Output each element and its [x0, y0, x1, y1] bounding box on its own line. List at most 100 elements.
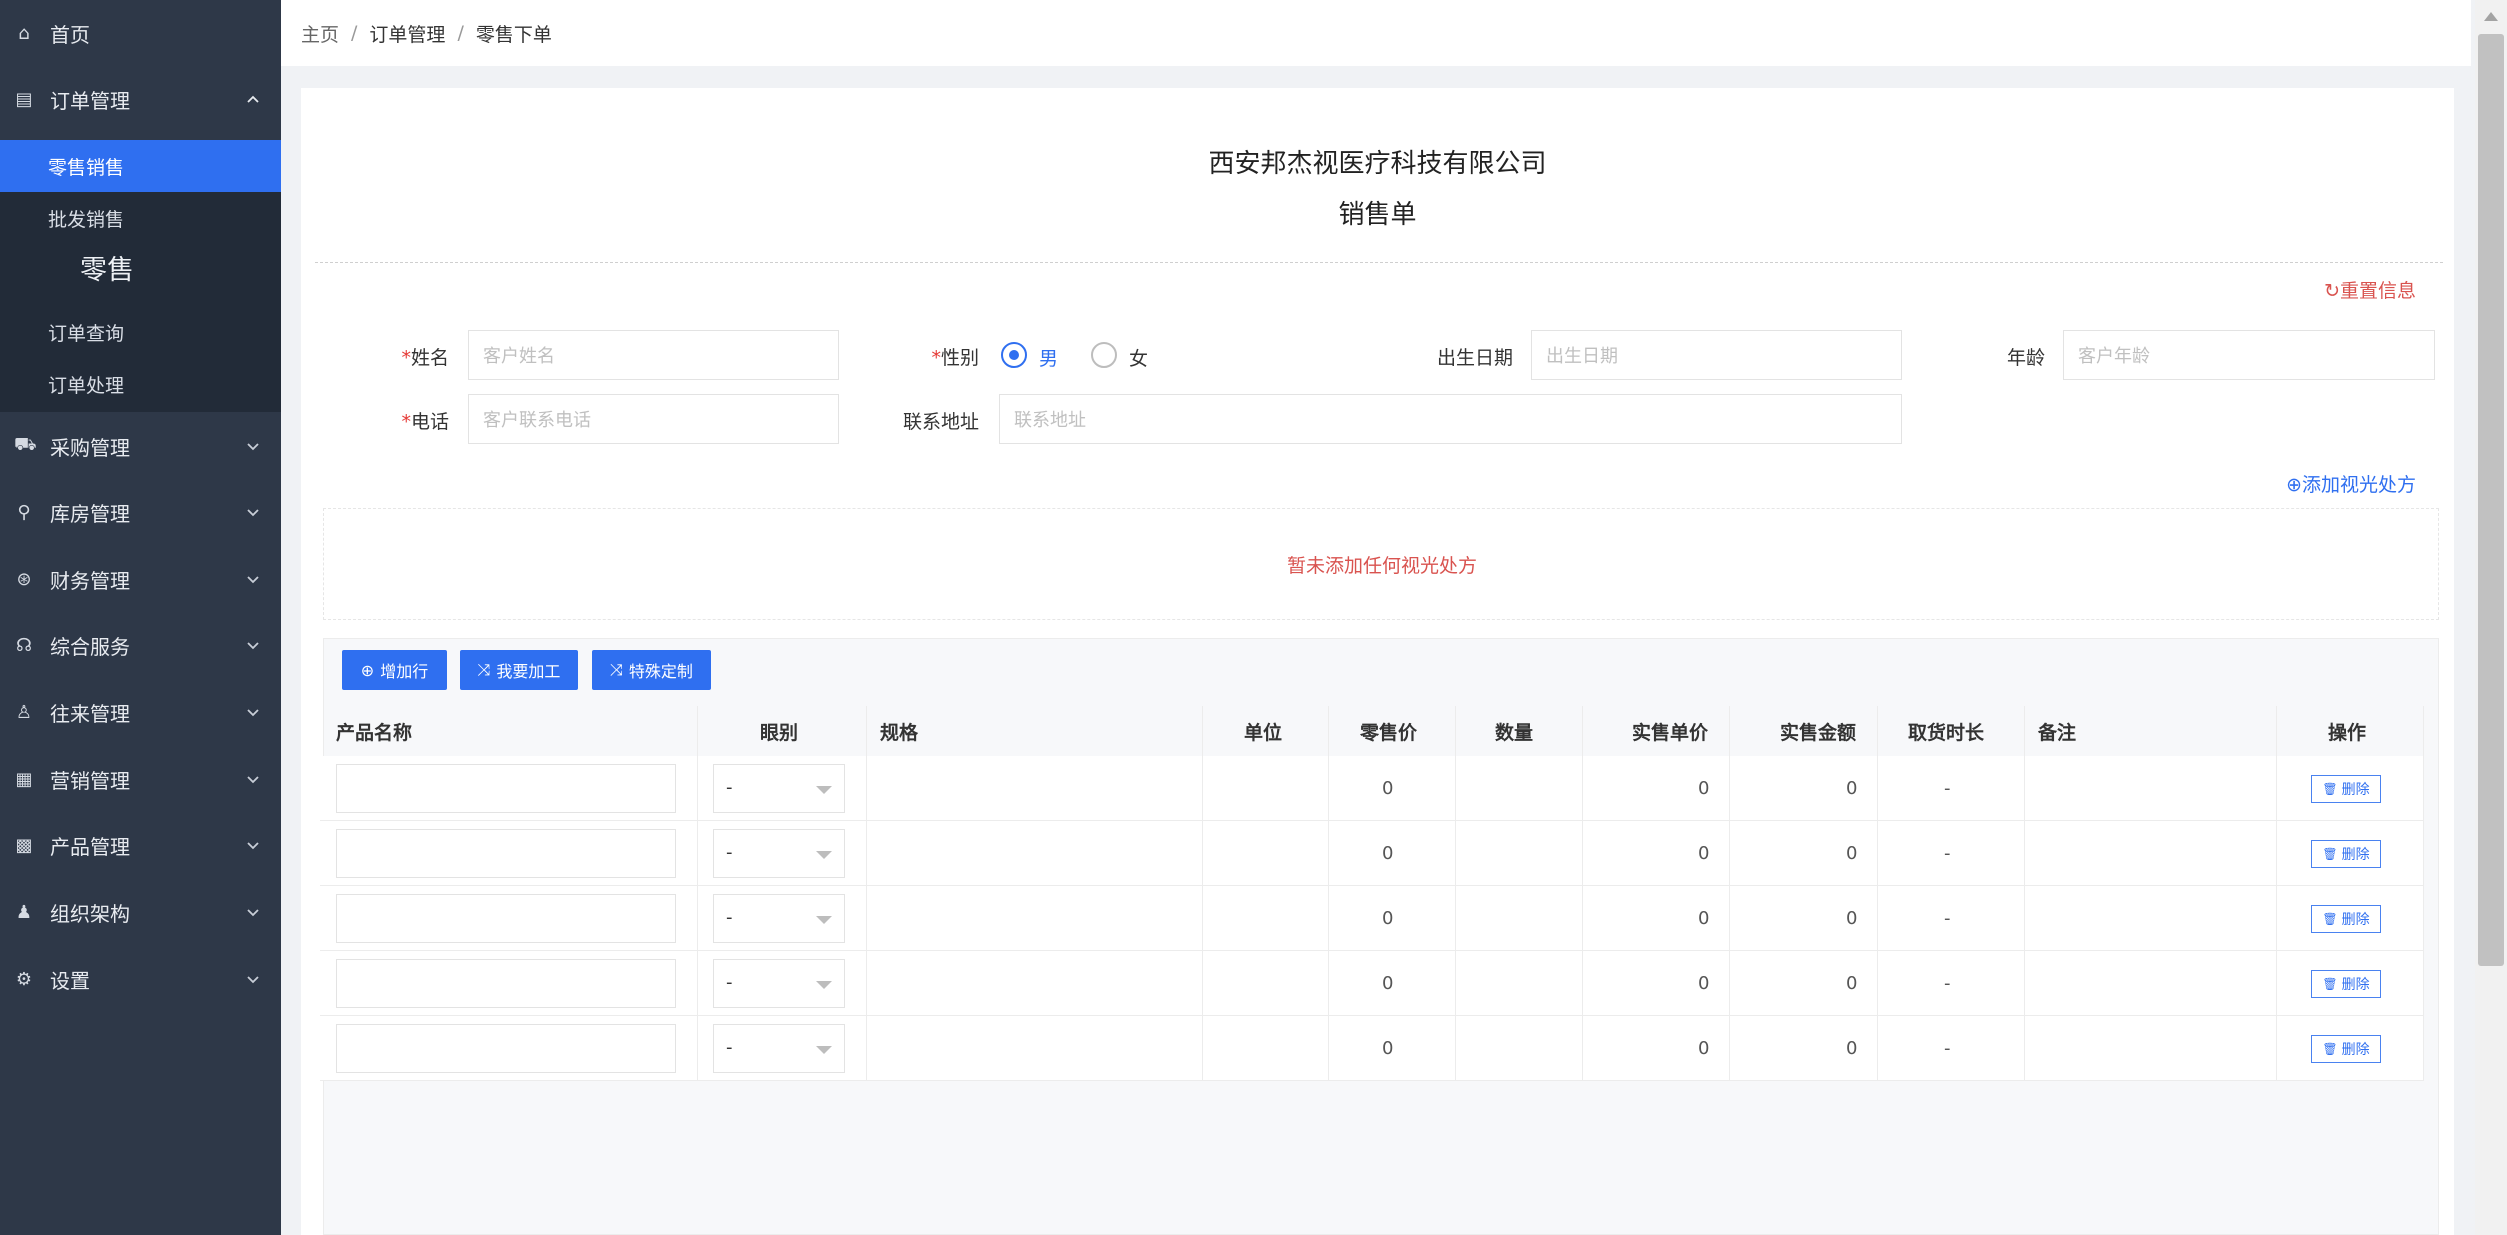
nav-finance-management[interactable]: ⊛ 财务管理 [0, 546, 281, 612]
submenu-wholesale-sales[interactable]: 批发销售 [0, 192, 281, 244]
nav-purchase-management[interactable]: ⛟ 采购管理 [0, 413, 281, 479]
column-divider [2276, 706, 2277, 1081]
breadcrumb: 主页 / 订单管理 / 零售下单 [281, 0, 2471, 66]
nav-general-services[interactable]: ☊ 综合服务 [0, 612, 281, 678]
chevron-down-icon [247, 709, 259, 717]
birth-date-label: 出生日期 [1436, 347, 1513, 369]
marketing-icon: ▦ [15, 768, 33, 790]
nav-product-management[interactable]: ▩ 产品管理 [0, 812, 281, 878]
submenu-order-processing[interactable]: 订单处理 [0, 358, 281, 410]
home-icon: ⌂ [18, 22, 30, 44]
nav-warehouse-management[interactable]: ⚲ 库房管理 [0, 479, 281, 545]
product-name-input[interactable] [336, 959, 676, 1008]
delete-row-button[interactable]: 🗑 删除 [2311, 905, 2381, 933]
breadcrumb-order-management[interactable]: 订单管理 [369, 20, 445, 47]
nav-marketing-management[interactable]: ▦ 营销管理 [0, 746, 281, 812]
custom-order-button[interactable]: ⤨ 特殊定制 [592, 650, 711, 690]
nav-home[interactable]: ⌂ 首页 [0, 0, 281, 66]
product-icon: ▩ [15, 834, 33, 856]
eye-select[interactable]: - [713, 764, 845, 813]
column-header-spec: 规格 [880, 721, 919, 744]
address-input[interactable]: 联系地址 [999, 394, 1902, 444]
phone-label: *电话 [401, 411, 449, 433]
company-name: 西安邦杰视医疗科技有限公司 [1208, 149, 1547, 179]
column-header-operation: 操作 [2328, 721, 2367, 744]
caret-down-icon [816, 851, 832, 859]
shuffle-icon: ⤨ [477, 660, 491, 679]
nav-label: 采购管理 [50, 435, 130, 460]
nav-settings[interactable]: ⚙ 设置 [0, 946, 281, 1012]
gender-female-radio[interactable] [1091, 342, 1117, 368]
trash-icon: 🗑 [2322, 912, 2338, 926]
org-icon: ♟ [15, 901, 33, 923]
eye-select[interactable]: - [713, 829, 845, 878]
eye-select[interactable]: - [713, 1024, 845, 1073]
nav-order-management[interactable]: ▤ 订单管理 [0, 66, 281, 132]
customer-name-input[interactable]: 客户姓名 [468, 330, 839, 380]
nav-organization[interactable]: ♟ 组织架构 [0, 879, 281, 945]
refresh-icon: ↻ [2324, 280, 2340, 302]
nav-label: 库房管理 [50, 501, 130, 526]
delete-row-button[interactable]: 🗑 删除 [2311, 970, 2381, 998]
eye-select[interactable]: - [713, 959, 845, 1008]
column-header-pickup-time: 取货时长 [1908, 721, 1985, 744]
actual-unit-price-cell: 0 [1698, 1038, 1710, 1059]
breadcrumb-home[interactable]: 主页 [301, 20, 339, 47]
pickup-time-cell: - [1944, 1038, 1951, 1059]
table-row: - 0 0 0 - 🗑 删除 [320, 756, 2424, 821]
delete-row-button[interactable]: 🗑 删除 [2311, 840, 2381, 868]
delete-row-button[interactable]: 🗑 删除 [2311, 775, 2381, 803]
scrollbar-thumb[interactable] [2478, 34, 2504, 966]
chevron-down-icon [247, 642, 259, 650]
pickup-time-cell: - [1944, 973, 1951, 994]
submenu-order-query[interactable]: 订单查询 [0, 306, 281, 358]
product-name-input[interactable] [336, 764, 676, 813]
product-name-input[interactable] [336, 1024, 676, 1073]
name-label: *姓名 [401, 347, 449, 369]
actual-amount-cell: 0 [1846, 973, 1858, 994]
product-name-input[interactable] [336, 829, 676, 878]
chevron-down-icon [247, 842, 259, 850]
nav-label: 产品管理 [50, 834, 130, 859]
phone-input[interactable]: 客户联系电话 [468, 394, 839, 444]
table-row: - 0 0 0 - 🗑 删除 [320, 1016, 2424, 1081]
submenu-retail-sales[interactable]: 零售销售 [0, 140, 281, 192]
processing-button[interactable]: ⤨ 我要加工 [460, 650, 578, 690]
plus-circle-icon: ⊕ [360, 660, 375, 680]
gender-label: *性别 [931, 347, 979, 369]
age-input[interactable]: 客户年龄 [2063, 330, 2435, 380]
chevron-down-icon [247, 909, 259, 917]
settings-icon: ⚙ [15, 968, 33, 990]
birth-date-input[interactable]: 出生日期 [1531, 330, 1902, 380]
reset-info-button[interactable]: ↻重置信息 [2324, 276, 2416, 303]
product-table-body: - 0 0 0 - 🗑 删除 - 0 0 0 - 🗑 删除 - 0 0 0 - 🗑 删… [320, 756, 2424, 1081]
gender-male-radio[interactable] [1001, 342, 1027, 368]
scroll-up-arrow-icon[interactable] [2484, 12, 2498, 21]
product-name-input[interactable] [336, 894, 676, 943]
nav-contacts-management[interactable]: ♙ 往来管理 [0, 679, 281, 745]
nav-label: 首页 [50, 22, 90, 47]
retail-price-cell: 0 [1382, 843, 1394, 864]
chevron-down-icon [247, 509, 259, 517]
actual-amount-cell: 0 [1846, 778, 1858, 799]
actual-amount-cell: 0 [1846, 908, 1858, 929]
chevron-down-icon [247, 576, 259, 584]
nav-label: 组织架构 [50, 901, 130, 926]
page-scrollbar[interactable] [2475, 0, 2507, 1235]
shuffle-icon: ⤨ [610, 660, 623, 679]
column-divider [1202, 706, 1203, 1081]
warehouse-icon: ⚲ [17, 501, 31, 523]
breadcrumb-current: 零售下单 [475, 23, 552, 46]
add-row-button[interactable]: ⊕ 增加行 [342, 650, 447, 690]
nav-label: 综合服务 [50, 634, 130, 659]
add-prescription-button[interactable]: ⊕添加视光处方 [2286, 470, 2416, 497]
caret-down-icon [816, 981, 832, 989]
table-row: - 0 0 0 - 🗑 删除 [320, 951, 2424, 1016]
actual-unit-price-cell: 0 [1698, 843, 1710, 864]
delete-row-button[interactable]: 🗑 删除 [2311, 1035, 2381, 1063]
actual-amount-cell: 0 [1846, 1038, 1858, 1059]
table-row: - 0 0 0 - 🗑 删除 [320, 821, 2424, 886]
eye-select[interactable]: - [713, 894, 845, 943]
service-icon: ☊ [16, 634, 32, 656]
actual-unit-price-cell: 0 [1698, 973, 1710, 994]
